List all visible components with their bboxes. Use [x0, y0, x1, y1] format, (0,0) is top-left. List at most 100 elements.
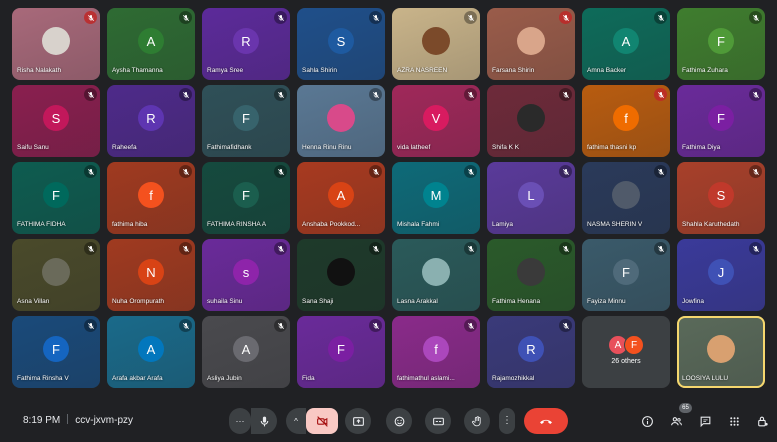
mic-off-icon — [179, 165, 192, 178]
participant-name: Sahla Shirin — [302, 67, 338, 74]
raise-hand-button[interactable] — [464, 408, 490, 434]
participant-tile-henna-rinu-rinu[interactable]: Henna Rinu Rinu — [297, 85, 385, 157]
lock-person-icon — [757, 416, 768, 426]
bottom-control-bar: 8:19 PM ccv-jxvm-pzy ··· ^ ⋮ 65 — [0, 400, 777, 442]
participant-tile-jowfina[interactable]: J Jowfina — [677, 239, 765, 311]
leave-call-button[interactable] — [524, 408, 568, 434]
camera-off-button[interactable] — [306, 408, 338, 434]
chat-icon — [700, 416, 710, 427]
participant-name: Fida — [302, 375, 315, 382]
participant-tile-lamiya[interactable]: L Lamiya — [487, 162, 575, 234]
others-count-label: 26 others — [611, 358, 641, 365]
participant-tile-nuha-orompurath[interactable]: N Nuha Orompurath — [107, 239, 195, 311]
mic-off-icon — [369, 319, 382, 332]
mic-off-icon — [274, 165, 287, 178]
avatar-initial: S — [708, 182, 734, 208]
participant-tile-ramya-sree[interactable]: R Ramya Sree — [202, 8, 290, 80]
participant-tile-fathimathul-aslami[interactable]: f fathimathul aslami... — [392, 316, 480, 388]
avatar-initial: f — [138, 182, 164, 208]
participant-tile-fathima-henana[interactable]: Fathima Henana — [487, 239, 575, 311]
participant-tile-fathima-fidha[interactable]: F FATHIMA FIDHA — [12, 162, 100, 234]
participant-name: Lasna Arakkal — [397, 298, 438, 305]
mic-off-icon — [84, 88, 97, 101]
present-screen-button[interactable] — [345, 408, 371, 434]
participant-tile-fathima-zuhara[interactable]: F Fathima Zuhara — [677, 8, 765, 80]
participant-name: Fathima Diya — [682, 144, 721, 151]
participant-tile-fathima-rinsha-v[interactable]: F Fathima Rinsha V — [12, 316, 100, 388]
avatar-initial: R — [138, 105, 164, 131]
participant-tile-fathima-diya[interactable]: F Fathima Diya — [677, 85, 765, 157]
participant-tile-sahla-shirin[interactable]: S Sahla Shirin — [297, 8, 385, 80]
participant-tile-aysha-thamanna[interactable]: A Aysha Thamanna — [107, 8, 195, 80]
participant-name: Jowfina — [682, 298, 705, 305]
participant-tile-shifa-k-k[interactable]: Shifa K K — [487, 85, 575, 157]
activities-button[interactable] — [727, 414, 741, 428]
participant-tile-fathima-hiba[interactable]: f fathima hiba — [107, 162, 195, 234]
participant-tile-fathima-thasni-kp[interactable]: f fathima thasni kp — [582, 85, 670, 157]
others-avatars: AF — [608, 335, 644, 355]
mic-off-icon — [559, 88, 572, 101]
chat-button[interactable] — [698, 414, 712, 428]
participant-grid: Risha Nalakath A Aysha Thamanna R Ramya Sree… — [12, 8, 777, 388]
mic-off-icon — [464, 165, 477, 178]
participant-name: Raheefa — [112, 144, 137, 151]
participant-tile-mishala-fahmi[interactable]: M Mishala Fahmi — [392, 162, 480, 234]
participant-name: Arafa akbar Arafa — [112, 375, 163, 382]
microphone-button[interactable] — [251, 408, 277, 434]
participant-tile-loosiya-lulu[interactable]: LOOSIYA LULU — [677, 316, 765, 388]
participant-name: Anshaba Pookkod... — [302, 221, 361, 228]
participant-name: Mishala Fahmi — [397, 221, 440, 228]
participant-tile-raheefa[interactable]: R Raheefa — [107, 85, 195, 157]
participant-tile-fayiza-minnu[interactable]: F Fayiza Minnu — [582, 239, 670, 311]
avatar-initial: R — [233, 28, 259, 54]
others-tile[interactable]: A F 26 others — [582, 316, 670, 388]
participant-tile-fida[interactable]: F Fida — [297, 316, 385, 388]
participant-tile-risha-nalakath[interactable]: Risha Nalakath — [12, 8, 100, 80]
participant-tile-farsana-shirin[interactable]: Farsana Shirin — [487, 8, 575, 80]
reactions-button[interactable] — [386, 408, 412, 434]
participant-tile-amna-backer[interactable]: A Amna Backer — [582, 8, 670, 80]
avatar-initial: s — [233, 259, 259, 285]
captions-button[interactable] — [425, 408, 451, 434]
mic-off-icon — [179, 319, 192, 332]
mic-off-icon — [369, 242, 382, 255]
apps-grid-icon — [729, 416, 739, 426]
mic-off-icon — [84, 165, 97, 178]
mic-off-icon — [274, 11, 287, 24]
participant-tile-saifu-sanu[interactable]: S Saifu Sanu — [12, 85, 100, 157]
participant-tile-lasna-arakkal[interactable]: Lasna Arakkal — [392, 239, 480, 311]
participant-tile-anshaba-pookkod[interactable]: A Anshaba Pookkod... — [297, 162, 385, 234]
participant-tile-sana-shaji[interactable]: Sana Shaji — [297, 239, 385, 311]
participant-tile-rajamozhikkal[interactable]: R Rajamozhikkal — [487, 316, 575, 388]
mic-off-icon — [274, 88, 287, 101]
participant-tile-azra-nasreen[interactable]: AZRA NASREEN — [392, 8, 480, 80]
more-vert-icon: ⋮ — [502, 415, 512, 426]
participant-tile-arafa-akbar-arafa[interactable]: A Arafa akbar Arafa — [107, 316, 195, 388]
participant-tile-asna-villan[interactable]: Asna Villan — [12, 239, 100, 311]
participant-name: NASMA SHERIN V — [587, 221, 643, 228]
meeting-details-button[interactable] — [640, 414, 654, 428]
mic-off-icon — [559, 242, 572, 255]
people-button[interactable] — [669, 414, 683, 428]
participant-tile-suhaila-sinu[interactable]: s suhaila Sinu — [202, 239, 290, 311]
host-controls-button[interactable] — [755, 414, 769, 428]
video-options-button[interactable]: ^ — [286, 408, 306, 434]
participant-tile-fathima-rinsha-a[interactable]: F FATHIMA RINSHA A — [202, 162, 290, 234]
mic-off-icon — [559, 165, 572, 178]
mic-off-icon — [369, 165, 382, 178]
more-options-button[interactable]: ⋮ — [499, 408, 515, 434]
participant-tile-vida-latheef[interactable]: Vvida latheef — [392, 85, 480, 157]
captions-icon — [432, 417, 444, 425]
participant-tile-nasma-sherin-v[interactable]: NASMA SHERIN V — [582, 162, 670, 234]
participant-name: Fathima Henana — [492, 298, 541, 305]
avatar-initial: A — [138, 28, 164, 54]
participant-name: fathima hiba — [112, 221, 148, 228]
audio-options-button[interactable]: ··· — [229, 408, 251, 434]
participant-tile-shahla-karuthedath[interactable]: S Shahla Karuthedath — [677, 162, 765, 234]
avatar-initial: A — [138, 336, 164, 362]
mic-off-icon — [749, 165, 762, 178]
participant-tile-asliya-jubin[interactable]: A Asliya Jubin — [202, 316, 290, 388]
participant-tile-fathimafidhank[interactable]: F Fathimafidhank — [202, 85, 290, 157]
participant-name: Saifu Sanu — [17, 144, 49, 151]
mic-off-icon — [369, 11, 382, 24]
